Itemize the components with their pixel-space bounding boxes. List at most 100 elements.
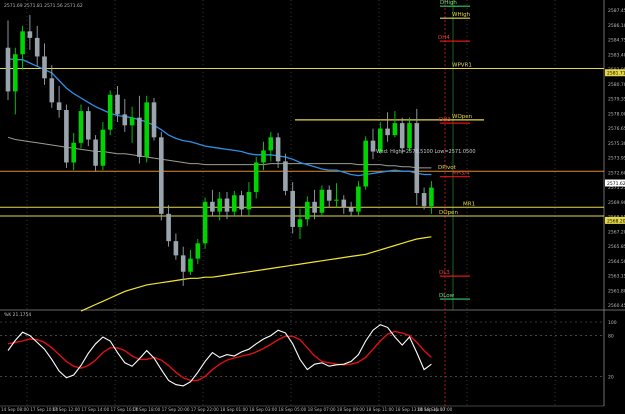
candle-body [421,193,427,207]
candle-body [166,213,171,242]
candle-body [115,94,120,115]
level-label: MH3/4 [452,171,470,177]
time-label: 17 Sep 18:00 [132,407,160,412]
price-tick-label: 2573.95 [608,156,625,162]
price-tick-label: 2579.35 [608,97,625,103]
price-tick-label: 2569.90 [608,200,625,206]
candle-body [356,186,361,212]
level-label: WOpen [452,114,473,120]
price-tick-label: 2572.60 [608,170,625,176]
candle-body [93,139,98,166]
time-label: 18 Sep 03:00 [249,407,277,412]
candle-body [144,102,149,157]
candle-body [173,241,179,256]
time-label: 17 Sep 12:00 [52,407,80,412]
candle-body [334,199,339,201]
price-tick-label: 2586.10 [608,23,625,29]
time-label: 17 Sep 22:00 [191,407,219,412]
price-tick-label: 2587.45 [608,8,625,14]
candle-body [399,123,405,149]
price-tick-label: 2576.65 [608,126,625,132]
price-tick-label: 2564.50 [608,259,625,265]
candle-body [283,161,288,191]
time-label: 18 Sep 07:00 [308,407,336,412]
candle-body [34,37,40,57]
candle-body [64,110,69,163]
time-axis: 14 Sep 08:00 17 Sep 10:0017 Sep 12:00 17 S… [1,407,453,412]
candle-body [370,140,376,152]
ohlc-header: 2571.69 2571.81 2571.56 2571.62 [4,3,83,9]
candle-body [20,31,25,55]
candle-body [319,189,325,213]
candle-body [210,201,215,212]
level-label: MR1 [463,201,475,207]
level-label: DHigh [440,0,457,6]
candle-body [78,111,84,143]
price-tick-label: 2575.30 [608,141,625,147]
candle-body [217,198,222,212]
price-tick-label: 2583.40 [608,52,625,58]
level-label: DL3 [439,270,450,276]
time-label: 17 Sep 20:00 [162,407,190,412]
price-tick-label: 2584.75 [608,38,625,44]
level-label: DH3 [439,117,451,123]
candle-body [392,123,398,136]
stochastic-label: %K 21.1754 [4,312,31,318]
time-label: 18 Sep 09:00 [337,407,365,412]
candle-body [129,117,135,126]
level-label: WHigh [452,12,471,18]
price-tag-label: 2568.20 [607,218,625,224]
time-label: 14 Sep 08:00 [1,407,29,412]
candle-body [326,189,332,201]
price-tag-label: 2571.62 [607,181,625,187]
candle-body [56,102,62,111]
candle-body [232,195,237,212]
candle-body [13,54,18,92]
price-tick-label: 2565.85 [608,244,625,250]
level-label: DLow [439,293,455,299]
candle-body [42,56,47,79]
candle-body [122,114,128,126]
candle-body [363,140,368,187]
candle-body [100,129,106,166]
candle-body [414,123,420,194]
price-tick-label: 2580.70 [608,82,625,88]
candle-body [348,207,354,212]
candle-body [27,31,33,38]
time-label: 18 Sep 17:00 [424,407,452,412]
price-tick-label: 2560.45 [608,303,625,309]
time-label: 18 Sep 11:00 [366,407,394,412]
trading-chart[interactable]: DHighWHighDH4WPVR1WOpenDH3DPivotMH3/4MR1… [0,0,625,414]
price-tick-label: 2578.00 [608,111,625,117]
candle-body [261,150,266,163]
stochastic-tick-label: 100 [608,320,617,326]
time-label: 17 Sep 14:00 [81,407,109,412]
candle-body [246,191,252,210]
candle-body [195,243,201,259]
candle-body [49,78,55,103]
candle-body [290,190,295,227]
day-range-annotation: Wed: High=2578.5100 Low=2571.0500 [376,149,476,155]
candle-body [180,255,186,272]
level-label: DH4 [438,35,450,41]
candle-body [341,199,347,208]
candle-body [429,187,434,207]
time-label: 18 Sep 05:00 [278,407,306,412]
candle-body [239,195,244,210]
candle-body [275,137,281,162]
time-label: 18 Sep 01:00 [220,407,248,412]
price-tick-label: 2561.80 [608,288,625,294]
candle-body [5,47,11,92]
candle-body [188,258,193,272]
candle-body [159,137,164,214]
candle-body [71,142,76,163]
candle-body [86,111,91,140]
price-tick-label: 2567.20 [608,229,625,235]
candle-body [107,94,113,130]
stochastic-tick-label: 20 [608,374,614,380]
candle-body [253,162,259,192]
candle-body [312,201,317,213]
candle-body [305,201,310,220]
stochastic-tick-label: 80 [608,334,614,340]
candle-body [385,128,390,136]
